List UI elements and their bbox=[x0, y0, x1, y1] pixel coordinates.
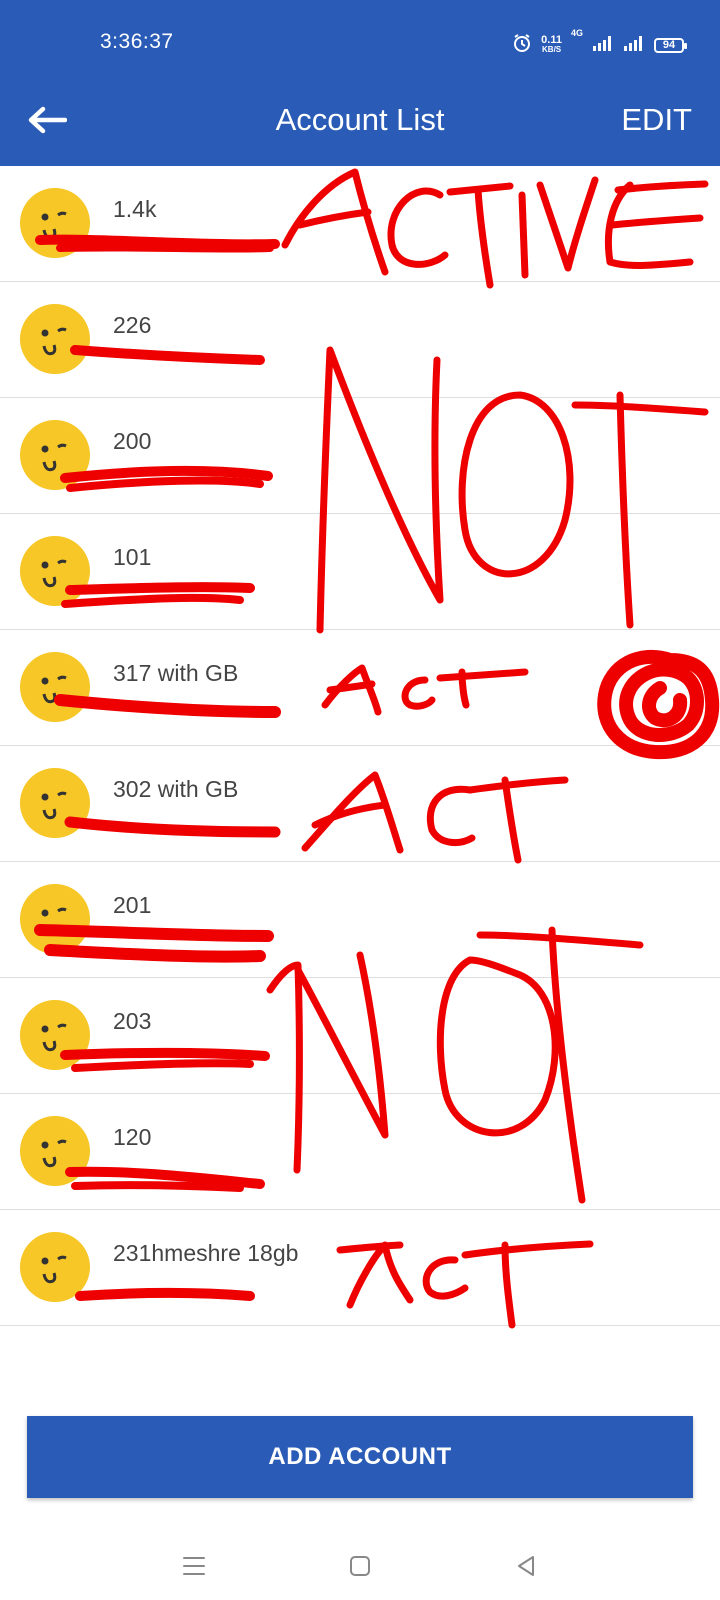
avatar bbox=[20, 304, 90, 374]
account-name: 200 bbox=[113, 428, 152, 454]
signal-icon bbox=[623, 35, 645, 56]
avatar bbox=[20, 536, 90, 606]
list-item[interactable]: 231hmeshre 18gb bbox=[0, 1210, 720, 1326]
page-title: Account List bbox=[275, 102, 445, 137]
smiley-icon bbox=[41, 211, 67, 240]
battery-icon: 94 bbox=[654, 37, 687, 53]
list-item[interactable]: 120 bbox=[0, 1094, 720, 1210]
account-name: 101 bbox=[113, 544, 152, 570]
app-bar: Account List EDIT bbox=[0, 90, 720, 166]
smiley-icon bbox=[41, 675, 67, 704]
smiley-icon bbox=[41, 791, 67, 820]
back-triangle-icon bbox=[518, 1556, 534, 1576]
account-name: 120 bbox=[113, 1124, 152, 1150]
account-list: 1.4k 226 200 101 317 with GB 302 with GB bbox=[0, 166, 720, 1326]
avatar bbox=[20, 1232, 90, 1302]
net-type: 4G bbox=[570, 28, 583, 38]
net-speed: 0.11 KB/S bbox=[541, 35, 562, 55]
list-item[interactable]: 203 bbox=[0, 978, 720, 1094]
smiley-icon bbox=[41, 1023, 67, 1052]
recent-apps-button[interactable] bbox=[172, 1544, 216, 1588]
list-item[interactable]: 201 bbox=[0, 862, 720, 978]
home-square-icon bbox=[350, 1556, 370, 1576]
avatar bbox=[20, 884, 90, 954]
smiley-icon bbox=[41, 559, 67, 588]
list-item[interactable]: 1.4k bbox=[0, 166, 720, 282]
account-name: 203 bbox=[113, 1008, 152, 1034]
avatar bbox=[20, 1000, 90, 1070]
alarm-icon bbox=[512, 33, 532, 58]
edit-button[interactable]: EDIT bbox=[621, 102, 692, 138]
menu-icon bbox=[183, 1557, 205, 1575]
list-item[interactable]: 200 bbox=[0, 398, 720, 514]
account-name: 231hmeshre 18gb bbox=[113, 1240, 299, 1266]
account-name: 201 bbox=[113, 892, 152, 918]
status-icons: 0.11 KB/S 4G 94 bbox=[512, 28, 687, 62]
avatar bbox=[20, 420, 90, 490]
avatar bbox=[20, 188, 90, 258]
status-bar: 3:36:37 0.11 KB/S 4G 94 bbox=[0, 0, 720, 90]
net-speed-value: 0.11 bbox=[541, 34, 562, 46]
smiley-icon bbox=[41, 1255, 67, 1284]
signal-icon bbox=[592, 35, 614, 56]
avatar bbox=[20, 652, 90, 722]
smiley-icon bbox=[41, 1139, 67, 1168]
net-speed-unit: KB/S bbox=[542, 45, 562, 54]
add-account-button[interactable]: ADD ACCOUNT bbox=[27, 1416, 693, 1498]
avatar bbox=[20, 768, 90, 838]
account-name: 302 with GB bbox=[113, 776, 239, 802]
smiley-icon bbox=[41, 907, 67, 936]
account-name: 226 bbox=[113, 312, 152, 338]
home-button[interactable] bbox=[338, 1544, 382, 1588]
status-time: 3:36:37 bbox=[100, 30, 174, 53]
system-back-button[interactable] bbox=[504, 1544, 548, 1588]
account-name: 1.4k bbox=[113, 196, 157, 222]
list-item[interactable]: 101 bbox=[0, 514, 720, 630]
navigation-bar bbox=[0, 1530, 720, 1600]
list-item[interactable]: 317 with GB bbox=[0, 630, 720, 746]
account-name: 317 with GB bbox=[113, 660, 239, 686]
avatar bbox=[20, 1116, 90, 1186]
list-item[interactable]: 302 with GB bbox=[0, 746, 720, 862]
smiley-icon bbox=[41, 443, 67, 472]
smiley-icon bbox=[41, 327, 67, 356]
list-item[interactable]: 226 bbox=[0, 282, 720, 398]
